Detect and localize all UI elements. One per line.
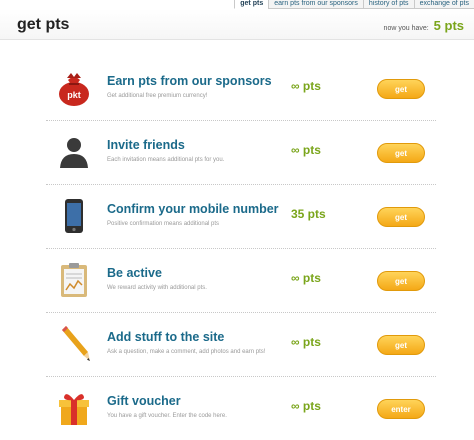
tab-get-pts[interactable]: get pts <box>234 0 269 9</box>
item-points: ∞ pts <box>291 79 321 93</box>
item-points: ∞ pts <box>291 335 321 349</box>
gift-icon <box>59 394 89 425</box>
get-button[interactable]: get <box>377 143 425 163</box>
person-icon <box>60 138 88 168</box>
item-title: Confirm your mobile number <box>107 202 279 216</box>
item-title: Earn pts from our sponsors <box>107 74 272 88</box>
mobile-phone-icon <box>65 199 83 233</box>
list-item-invite-friends: Invite friends Each invitation means add… <box>46 121 436 185</box>
get-button[interactable]: get <box>377 271 425 291</box>
item-description: Ask a question, make a comment, add phot… <box>107 349 266 355</box>
balance-value: 5 pts <box>433 18 464 33</box>
item-points: ∞ pts <box>291 399 321 413</box>
item-points: 35 pts <box>291 207 326 221</box>
item-description: Each invitation means additional pts for… <box>107 157 225 163</box>
item-title: Invite friends <box>107 138 185 152</box>
enter-button[interactable]: enter <box>377 399 425 419</box>
get-button[interactable]: get <box>377 79 425 99</box>
tab-earn-pts-sponsors[interactable]: earn pts from our sponsors <box>268 0 363 9</box>
balance-label: now you have: <box>383 25 429 32</box>
item-description: Positive confirmation means additional p… <box>107 221 220 227</box>
money-bag-icon: pkt <box>59 73 89 106</box>
item-title: Add stuff to the site <box>107 330 225 344</box>
list-item-add-stuff: Add stuff to the site Ask a question, ma… <box>46 313 436 377</box>
bag-label: pkt <box>67 90 81 100</box>
tab-history-of-pts[interactable]: history of pts <box>362 0 414 9</box>
item-description: We reward activity with additional pts. <box>107 285 207 291</box>
get-button[interactable]: get <box>377 335 425 355</box>
points-balance: now you have: 5 pts <box>384 18 464 33</box>
list-item-sponsors: pkt Earn pts from our sponsors Get addit… <box>46 57 436 121</box>
list-item-gift-voucher: Gift voucher You have a gift voucher. En… <box>46 377 436 440</box>
item-title: Be active <box>107 266 162 280</box>
list-item-confirm-mobile: Confirm your mobile number Positive conf… <box>46 185 436 249</box>
page-title: get pts <box>17 16 70 33</box>
item-points: ∞ pts <box>291 271 321 285</box>
get-button[interactable]: get <box>377 207 425 227</box>
item-title: Gift voucher <box>107 394 181 408</box>
pencil-icon <box>62 326 90 361</box>
item-description: You have a gift voucher. Enter the code … <box>107 413 227 419</box>
earn-points-list: pkt Earn pts from our sponsors Get addit… <box>46 57 436 440</box>
clipboard-chart-icon <box>61 263 87 297</box>
tab-exchange-of-pts[interactable]: exchange of pts <box>413 0 474 9</box>
tab-bar: get pts earn pts from our sponsors histo… <box>234 0 474 9</box>
item-points: ∞ pts <box>291 143 321 157</box>
item-description: Get additional free premium currency! <box>107 93 208 99</box>
page-header: get pts now you have: 5 pts <box>0 9 474 40</box>
list-item-be-active: Be active We reward activity with additi… <box>46 249 436 313</box>
